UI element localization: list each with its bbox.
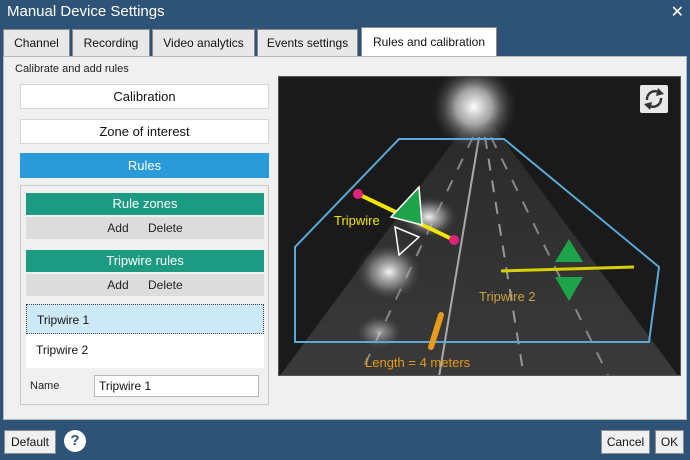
zone-of-interest-button[interactable]: Zone of interest (20, 119, 269, 144)
tab-channel[interactable]: Channel (3, 29, 70, 56)
rule-zones-delete-button[interactable]: Delete (148, 221, 183, 235)
close-icon[interactable]: ✕ (671, 2, 684, 22)
tab-recording[interactable]: Recording (72, 29, 150, 56)
headlight-glow (354, 314, 404, 350)
tab-video-analytics[interactable]: Video analytics (152, 29, 255, 56)
ok-button[interactable]: OK (655, 430, 684, 454)
tripwire-delete-button[interactable]: Delete (148, 278, 183, 292)
tripwire-1-label: Tripwire (334, 213, 380, 228)
list-item-tripwire-1[interactable]: Tripwire 1 (26, 304, 264, 334)
tripwire-rules-header: Tripwire rules (26, 250, 264, 272)
rule-zones-actions: Add Delete (26, 217, 264, 239)
list-item-tripwire-2[interactable]: Tripwire 2 (26, 335, 264, 365)
calibration-button[interactable]: Calibration (20, 84, 269, 109)
tab-strip: Channel Recording Video analytics Events… (0, 26, 690, 57)
dialog-footer: Default ? Cancel OK (0, 420, 690, 460)
default-button[interactable]: Default (4, 430, 56, 454)
headlight-glow (354, 242, 424, 302)
video-preview[interactable]: Tripwire Tripwire 2 Length = 4 meters (278, 76, 681, 376)
tab-events-settings[interactable]: Events settings (257, 29, 358, 56)
rules-button[interactable]: Rules (20, 153, 269, 178)
help-icon[interactable]: ? (64, 430, 86, 452)
rule-zones-header: Rule zones (26, 193, 264, 215)
title-bar: Manual Device Settings ✕ (0, 0, 690, 26)
tab-rules-and-calibration[interactable]: Rules and calibration (361, 27, 497, 57)
length-label: Length = 4 meters (365, 355, 471, 370)
tripwire-list: Tripwire 1 Tripwire 2 (26, 304, 264, 368)
content-panel: Calibrate and add rules Calibration Zone… (3, 56, 687, 420)
rotate-icon[interactable] (640, 85, 668, 113)
rules-panel: Rule zones Add Delete Tripwire rules Add… (20, 185, 269, 405)
cancel-button[interactable]: Cancel (601, 430, 650, 454)
tripwire-handle[interactable] (353, 189, 363, 199)
video-canvas: Tripwire Tripwire 2 Length = 4 meters (279, 77, 680, 375)
window-title: Manual Device Settings (7, 3, 165, 20)
tripwire-add-button[interactable]: Add (107, 278, 128, 292)
tripwire-handle[interactable] (449, 235, 459, 245)
section-title: Calibrate and add rules (15, 63, 129, 75)
name-label: Name (30, 380, 60, 392)
rule-zones-add-button[interactable]: Add (107, 221, 128, 235)
tripwire-rules-actions: Add Delete (26, 274, 264, 296)
tripwire-2-label: Tripwire 2 (479, 289, 536, 304)
name-input[interactable] (94, 375, 259, 397)
